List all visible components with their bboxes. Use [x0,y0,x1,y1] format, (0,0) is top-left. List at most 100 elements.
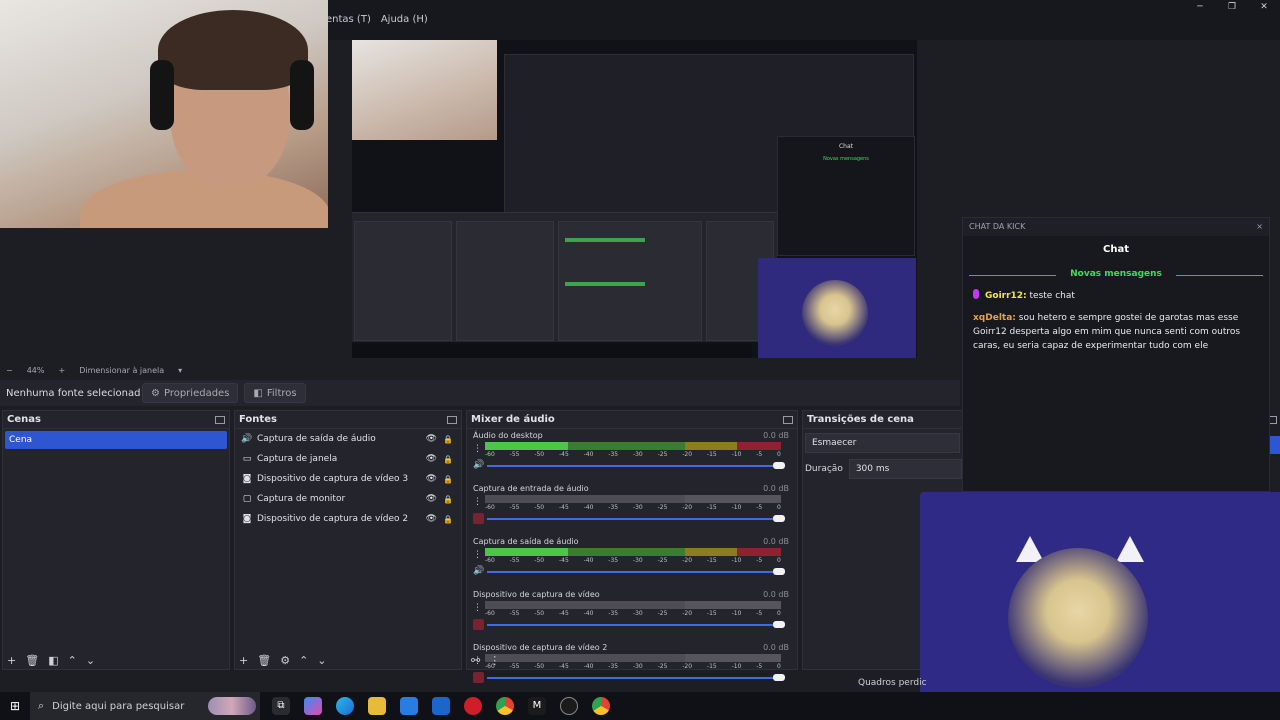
task-view-icon[interactable]: ⧉ [272,697,290,715]
muted-speaker-icon[interactable] [473,672,484,683]
more-icon[interactable]: ⋮ [473,550,482,560]
more-icon[interactable]: ⋮ [473,497,482,507]
zoom-in-button[interactable]: + [58,366,65,375]
menu-bar: entas (T) Ajuda (H) [326,14,428,25]
lock-icon[interactable]: 🔒 [443,515,453,524]
meter-tick-label: -35 [608,451,619,458]
mail-icon[interactable] [432,697,450,715]
menu-tools[interactable]: entas (T) [326,14,371,25]
copilot-icon[interactable] [304,697,322,715]
eye-icon[interactable]: 👁 [426,434,437,444]
undock-icon[interactable] [215,415,225,424]
windows-start-icon[interactable]: ⊞ [0,699,30,713]
lock-icon[interactable]: 🔒 [443,435,453,444]
meter-tick-label: -35 [608,504,619,511]
store-icon[interactable] [400,697,418,715]
muted-speaker-icon[interactable] [473,619,484,630]
undock-icon[interactable] [447,415,457,424]
add-icon[interactable]: + [7,654,16,667]
muted-speaker-icon[interactable] [473,513,484,524]
source-item[interactable]: ◙ Dispositivo de captura de vídeo 3 👁 🔒 [235,469,461,489]
meter-tick-label: -5 [756,610,763,617]
trash-icon[interactable]: 🗑 [257,654,271,667]
lock-icon[interactable]: 🔒 [443,475,453,484]
volume-slider-handle[interactable] [773,515,785,522]
chat-header-label: CHAT DA KICK [969,222,1026,231]
scene-item[interactable]: Cena [5,431,227,449]
meter-tick-label: -25 [657,557,668,564]
volume-slider-handle[interactable] [773,568,785,575]
meter-tick-label: -50 [534,610,545,617]
eye-icon[interactable]: 👁 [426,514,437,524]
undock-icon[interactable] [783,415,793,424]
transition-select[interactable]: Esmaecer [805,433,960,453]
edge-icon[interactable] [336,697,354,715]
taskbar-search[interactable]: ⌕ Digite aqui para pesquisar [30,692,260,720]
volume-slider-handle[interactable] [773,462,785,469]
trash-icon[interactable]: 🗑 [25,654,39,667]
source-item[interactable]: 🔊 Captura de saída de áudio 👁 🔒 [235,429,461,449]
channel-name: Captura de entrada de áudio [473,484,589,493]
file-explorer-icon[interactable] [368,697,386,715]
link-icon[interactable]: ⚯ [471,654,480,667]
webcam-feed [0,0,328,228]
volume-slider[interactable] [487,677,779,679]
gear-icon[interactable]: ⚙ [280,654,290,667]
source-item[interactable]: ▭ Captura de janela 👁 🔒 [235,449,461,469]
volume-slider[interactable] [487,571,779,573]
eye-icon[interactable]: 👁 [426,454,437,464]
chevron-down-icon[interactable]: ▾ [178,366,182,375]
speaker-icon[interactable]: 🔊 [473,566,485,576]
close-button[interactable]: ✕ [1248,0,1280,14]
volume-slider[interactable] [487,624,779,626]
volume-slider[interactable] [487,465,779,467]
zoom-out-button[interactable]: − [6,366,13,375]
headphone-left [150,60,174,130]
zoom-mode-select[interactable]: Dimensionar à janela [79,366,164,375]
chat-username[interactable]: Goirr12: [985,291,1027,301]
move-up-icon[interactable]: ⌃ [299,654,308,667]
new-messages-divider: Novas mensagens [969,269,1263,281]
source-item[interactable]: ▢ Captura de monitor 👁 🔒 [235,489,461,509]
opera-icon[interactable] [464,697,482,715]
lock-icon[interactable]: 🔒 [443,495,453,504]
more-icon[interactable]: ⋮ [473,444,482,454]
chrome-alt-icon[interactable] [592,697,610,715]
move-down-icon[interactable]: ⌄ [86,654,95,667]
more-icon[interactable]: ⋮ [489,654,500,667]
source-item[interactable]: ◙ Dispositivo de captura de vídeo 2 👁 🔒 [235,509,461,529]
filters-button[interactable]: ◧ Filtros [244,383,306,403]
filter-icon[interactable]: ◧ [48,654,58,667]
volume-slider-handle[interactable] [773,621,785,628]
chat-header: CHAT DA KICK × [963,218,1269,236]
more-icon[interactable]: ⋮ [473,603,482,613]
chat-message: Goirr12: teste chat [963,289,1269,303]
transitions-title-label: Transições de cena [807,414,914,425]
lock-icon[interactable]: 🔒 [443,455,453,464]
speaker-icon[interactable]: 🔊 [473,460,485,470]
preview-canvas[interactable]: Chat Novas mensagens [352,40,917,358]
move-down-icon[interactable]: ⌄ [317,654,326,667]
maximize-button[interactable]: ❐ [1216,0,1248,14]
obs-icon[interactable] [560,697,578,715]
volume-slider-handle[interactable] [773,674,785,681]
menu-help[interactable]: Ajuda (H) [381,14,428,25]
duration-input[interactable]: 300 ms [848,459,962,479]
chat-username[interactable]: xqDelta: [973,313,1016,323]
chrome-icon[interactable] [496,697,514,715]
properties-bar: Nenhuma fonte selecionad ⚙ Propriedades … [0,380,960,406]
camera-icon: ◙ [242,514,252,524]
eye-icon[interactable]: 👁 [426,474,437,484]
channel-name: Dispositivo de captura de vídeo 2 [473,643,608,652]
meter-tick-label: -50 [534,663,545,670]
close-icon[interactable]: × [1256,218,1263,236]
add-icon[interactable]: + [239,654,248,667]
eye-icon[interactable]: 👁 [426,494,437,504]
mixer-channel: Captura de entrada de áudio 0.0 dB ⋮ -60 -55… [467,482,797,535]
properties-button[interactable]: ⚙ Propriedades [142,383,239,403]
mixer-title-label: Mixer de áudio [471,414,555,425]
minimize-button[interactable]: ─ [1184,0,1216,14]
move-up-icon[interactable]: ⌃ [68,654,77,667]
capcut-icon[interactable]: M [528,697,546,715]
volume-slider[interactable] [487,518,779,520]
